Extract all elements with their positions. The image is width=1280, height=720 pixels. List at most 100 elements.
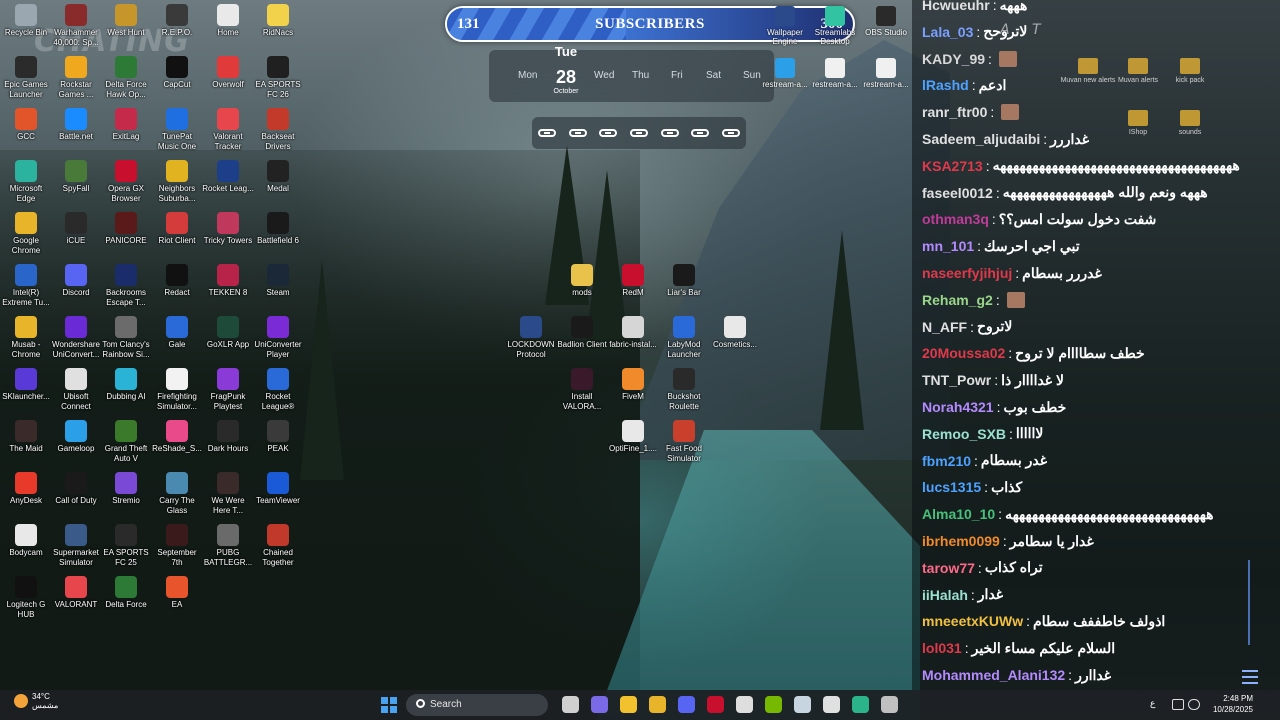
copilot-icon[interactable]	[591, 696, 608, 713]
desktop-icon[interactable]: Valorant Tracker	[202, 108, 254, 152]
desktop-icon[interactable]: Epic Games Launcher	[0, 56, 52, 100]
desktop-icon[interactable]: PUBG BATTLEGR...	[202, 524, 254, 568]
desktop-icon[interactable]: LabyMod Launcher	[658, 316, 710, 360]
link-icon[interactable]	[538, 129, 557, 137]
desktop-icon[interactable]: Musab - Chrome	[0, 316, 52, 360]
desktop-icon[interactable]: Dark Hours	[202, 420, 254, 454]
desktop-icon[interactable]: Intel(R) Extreme Tu...	[0, 264, 52, 308]
desktop-icon[interactable]: PANICORE	[100, 212, 152, 246]
task-view-icon[interactable]	[562, 696, 579, 713]
desktop-icon[interactable]: OptiFine_1....	[607, 420, 659, 454]
desktop-icon[interactable]: PEAK	[252, 420, 304, 454]
link-icon[interactable]	[568, 129, 587, 137]
desktop-icon[interactable]: Gale	[151, 316, 203, 350]
desktop-icon[interactable]: Backrooms Escape T...	[100, 264, 152, 308]
desktop-icon[interactable]: Recycle Bin	[0, 4, 52, 38]
desktop-icon[interactable]: Discord	[50, 264, 102, 298]
folder-item[interactable]: Muvan new alerts	[1060, 58, 1116, 85]
desktop-icon[interactable]: September 7th	[151, 524, 203, 568]
link-icon[interactable]	[629, 129, 648, 137]
desktop-icon[interactable]: GoXLR App	[202, 316, 254, 350]
tray-icon[interactable]	[1172, 699, 1184, 710]
desktop-icon[interactable]: Dubbing AI	[100, 368, 152, 402]
file-explorer-icon[interactable]	[620, 696, 637, 713]
desktop-icon[interactable]: TeamViewer	[252, 472, 304, 506]
desktop-icon[interactable]: Bodycam	[0, 524, 52, 558]
desktop-icon[interactable]: Steam	[252, 264, 304, 298]
desktop-icon[interactable]: FragPunk Playtest	[202, 368, 254, 412]
desktop-icon[interactable]: ExitLag	[100, 108, 152, 142]
desktop-icon[interactable]: fabric-instal...	[607, 316, 659, 350]
desktop-icon[interactable]: RedM	[607, 264, 659, 298]
desktop-icon[interactable]: RidNacs	[252, 4, 304, 38]
desktop-icon[interactable]: Rocket League®	[252, 368, 304, 412]
desktop-icon[interactable]: Call of Duty	[50, 472, 102, 506]
steam-icon[interactable]	[794, 696, 811, 713]
desktop-icon[interactable]: Supermarket Simulator	[50, 524, 102, 568]
desktop-icon[interactable]: Delta Force	[100, 576, 152, 610]
desktop-icon[interactable]: OBS Studio	[856, 6, 916, 37]
desktop-icon[interactable]: Buckshot Roulette	[658, 368, 710, 412]
taskbar-search[interactable]: Search	[406, 694, 548, 716]
desktop-icon[interactable]: SKlauncher...	[0, 368, 52, 402]
desktop-icon[interactable]: TunePat Music One	[151, 108, 203, 152]
desktop-icon[interactable]: EA SPORTS FC 26	[252, 56, 304, 100]
folder-item[interactable]: kick pack	[1162, 58, 1218, 85]
desktop-icon[interactable]: Carry The Glass	[151, 472, 203, 516]
desktop-icon[interactable]: Firefighting Simulator...	[151, 368, 203, 412]
desktop-icon[interactable]: restream-a...	[856, 58, 916, 89]
desktop-icon[interactable]: West Hunt	[100, 4, 152, 38]
desktop-icon[interactable]: ReShade_S...	[151, 420, 203, 454]
desktop-icon[interactable]: Backseat Drivers	[252, 108, 304, 152]
desktop-icon[interactable]: LOCKDOWN Protocol	[505, 316, 557, 360]
desktop-icon[interactable]: Delta Force Hawk Op...	[100, 56, 152, 100]
opera-gx-icon[interactable]	[707, 696, 724, 713]
language-indicator[interactable]: ع	[1150, 699, 1155, 709]
windows-start-icon[interactable]	[381, 697, 397, 713]
desktop-icon[interactable]: The Maid	[0, 420, 52, 454]
chat-scrollbar[interactable]	[1248, 560, 1250, 645]
logitech-icon[interactable]	[823, 696, 840, 713]
desktop-icon[interactable]: GCC	[0, 108, 52, 142]
menu-icon[interactable]	[1242, 670, 1258, 684]
desktop-icon[interactable]: Neighbors Suburba...	[151, 160, 203, 204]
desktop-icon[interactable]: Tricky Towers	[202, 212, 254, 246]
desktop-icon[interactable]: R.E.P.O.	[151, 4, 203, 38]
folder-item[interactable]: IShop	[1110, 110, 1166, 137]
streamlabs-icon[interactable]	[881, 696, 898, 713]
desktop-icon[interactable]: iCUE	[50, 212, 102, 246]
desktop-icon[interactable]: TEKKEN 8	[202, 264, 254, 298]
desktop-icon[interactable]: Microsoft Edge	[0, 160, 52, 204]
desktop-icon[interactable]: CapCut	[151, 56, 203, 90]
desktop-icon[interactable]: Warhammer 40,000: Sp...	[50, 4, 102, 48]
desktop-icon[interactable]: EA SPORTS FC 25	[100, 524, 152, 568]
desktop-icon[interactable]: Liar's Bar	[658, 264, 710, 298]
desktop-icon[interactable]: Home	[202, 4, 254, 38]
desktop-icon[interactable]: Riot Client	[151, 212, 203, 246]
desktop-icon[interactable]: Rocket Leag...	[202, 160, 254, 194]
discord-icon[interactable]	[678, 696, 695, 713]
desktop-icon[interactable]: Ubisoft Connect	[50, 368, 102, 412]
desktop-icon[interactable]: FiveM	[607, 368, 659, 402]
desktop-icon[interactable]: Rockstar Games ...	[50, 56, 102, 100]
desktop-icon[interactable]: Redact	[151, 264, 203, 298]
desktop-icon[interactable]: Medal	[252, 160, 304, 194]
desktop-icon[interactable]: Grand Theft Auto V	[100, 420, 152, 464]
desktop-icon[interactable]: Battle.net	[50, 108, 102, 142]
link-icon[interactable]	[660, 129, 679, 137]
desktop-icon[interactable]: Gameloop	[50, 420, 102, 454]
desktop-icon[interactable]: Logitech G HUB	[0, 576, 52, 620]
desktop-icon[interactable]: Google Chrome	[0, 212, 52, 256]
desktop-icon[interactable]: Wondershare UniConvert...	[50, 316, 102, 360]
desktop-icon[interactable]: Fast Food Simulator	[658, 420, 710, 464]
desktop-icon[interactable]: mods	[556, 264, 608, 298]
taskbar-clock[interactable]: 2:48 PM 10/28/2025	[1205, 693, 1253, 715]
desktop-icon[interactable]: Stremio	[100, 472, 152, 506]
desktop-icon[interactable]: Install VALORA...	[556, 368, 608, 412]
goxlr-icon[interactable]	[852, 696, 869, 713]
desktop-icon[interactable]: Overwolf	[202, 56, 254, 90]
obs-icon[interactable]	[736, 696, 753, 713]
weather-widget[interactable]: 34°C مشمس	[14, 692, 58, 710]
link-icon[interactable]	[691, 129, 710, 137]
link-icon[interactable]	[721, 129, 740, 137]
